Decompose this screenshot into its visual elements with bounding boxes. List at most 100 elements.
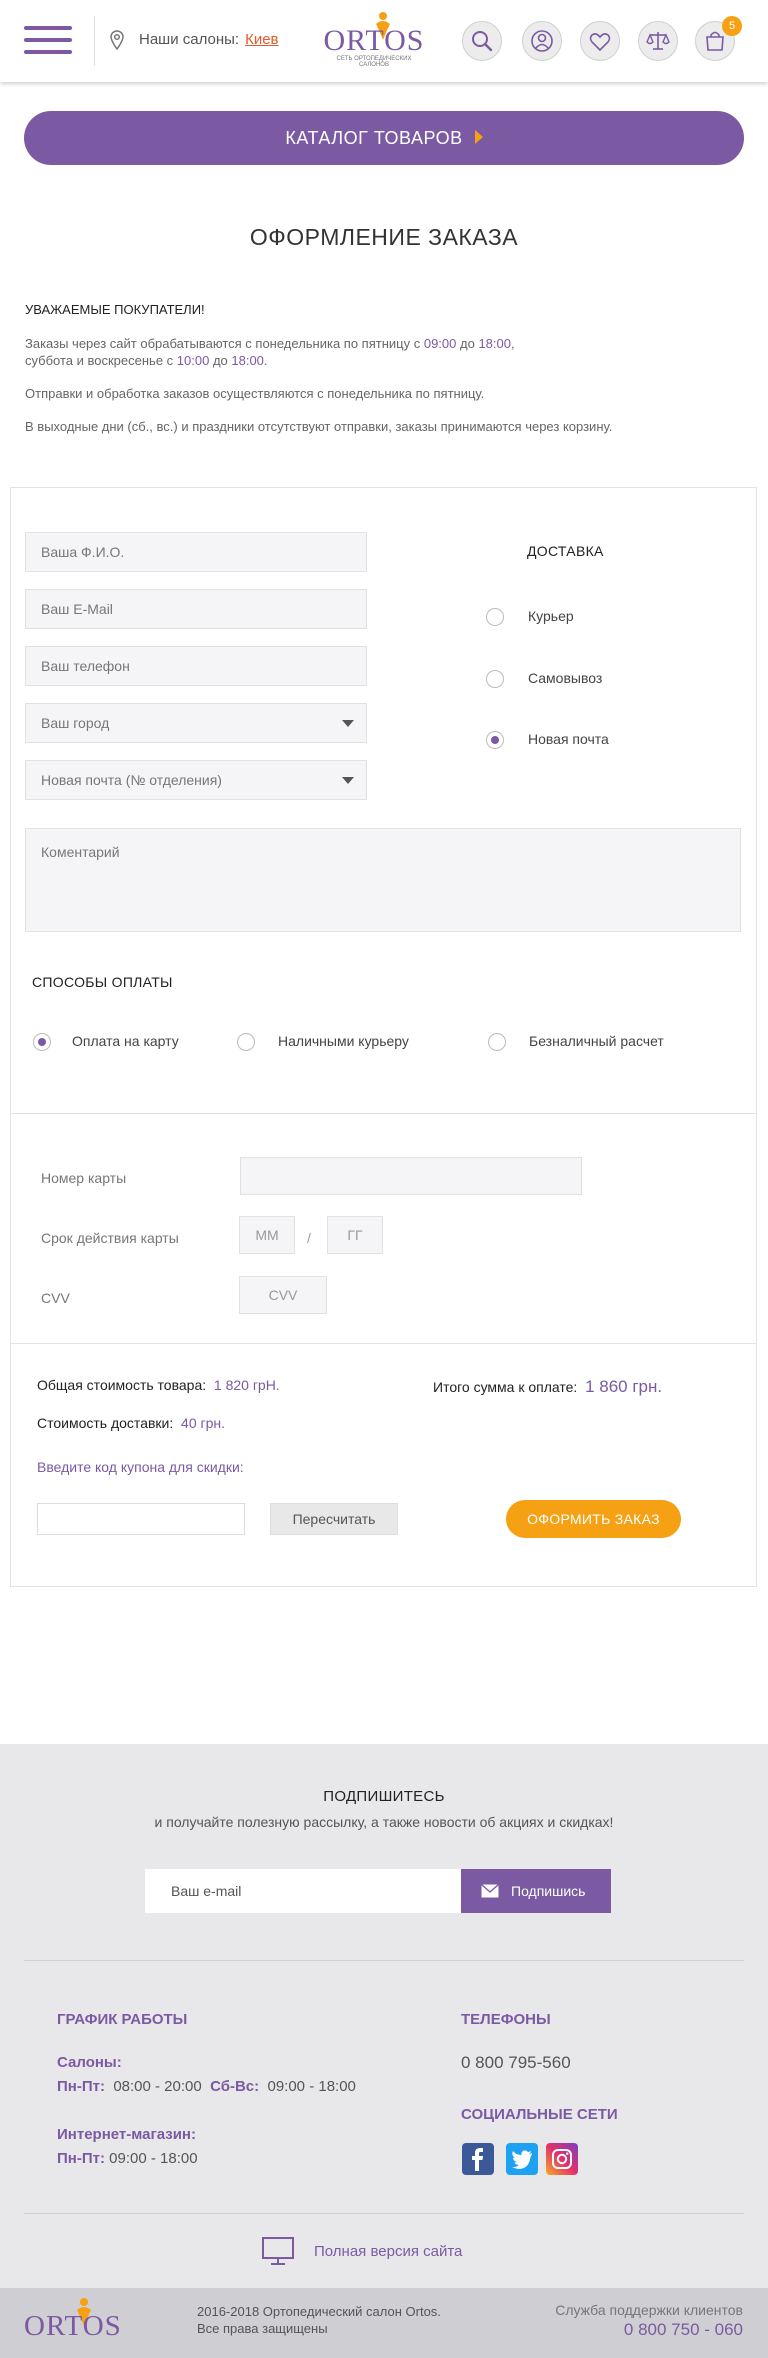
notice-hours: Заказы через сайт обрабатываются с понед… — [25, 335, 745, 369]
delivery-cost-value: 40 грн. — [181, 1415, 226, 1431]
ortos-logo[interactable]: ORTOS СЕТЬ ОРТОПЕДИЧЕСКИХ САЛОНОВ — [322, 10, 426, 68]
divider — [10, 1113, 757, 1114]
branch-select-value: Новая почта (№ отделения) — [41, 772, 222, 788]
city-select-value: Ваш город — [41, 715, 110, 731]
full-version-link[interactable]: Полная версия сайта — [314, 2243, 462, 2260]
card-expiry-label: Срок действия карты — [41, 1230, 179, 1246]
heart-icon — [589, 33, 611, 52]
phone-input[interactable]: Ваш телефон — [25, 646, 367, 686]
arrow-right-icon — [474, 130, 483, 145]
chevron-down-icon — [342, 777, 354, 784]
weekend-label: Сб-Вс: — [210, 2078, 260, 2095]
subscribe-text: и получайте полезную рассылку, а также н… — [154, 1814, 614, 1830]
payment-card-radio[interactable] — [33, 1033, 51, 1051]
page-title: ОФОРМЛЕНИЕ ЗАКАЗА — [249, 224, 519, 250]
chevron-down-icon — [342, 720, 354, 727]
support-label: Служба поддержки клиентов — [555, 2302, 743, 2318]
footer-divider — [24, 2213, 744, 2214]
notice-paragraph: В выходные дни (сб., вс.) и праздники от… — [25, 419, 613, 434]
account-button[interactable] — [522, 21, 562, 61]
compare-button[interactable] — [638, 21, 678, 61]
catalog-button-label: КАТАЛОГ ТОВАРОВ — [285, 128, 463, 148]
weekend-hours: 09:00 - 18:00 — [267, 2078, 356, 2095]
notice-text: до — [456, 336, 479, 351]
notice-time: 10:00 — [176, 353, 210, 368]
schedule-shop-label: Интернет-магазин: — [57, 2126, 196, 2143]
catalog-button[interactable]: КАТАЛОГ ТОВАРОВ — [24, 111, 744, 165]
place-order-button[interactable]: ОФОРМИТЬ ЗАКАЗ — [506, 1500, 681, 1538]
goods-total-value: 1 820 грН. — [213, 1377, 280, 1393]
footer-divider — [24, 1960, 744, 1961]
recalculate-button[interactable]: Пересчитать — [270, 1503, 398, 1535]
divider — [10, 1343, 757, 1344]
menu-icon[interactable] — [24, 26, 72, 54]
footer-logo[interactable]: ORTOS — [24, 2296, 124, 2346]
header-divider — [94, 16, 95, 66]
social-title: СОЦИАЛЬНЫЕ СЕТИ — [461, 2106, 618, 2123]
wishlist-button[interactable] — [580, 21, 620, 61]
notice-heading-text: УВАЖАЕМЫЕ ПОКУПАТЕЛИ! — [25, 302, 205, 317]
notice-time: 18:00 — [231, 353, 264, 368]
delivery-courier-label[interactable]: Курьер — [528, 608, 574, 624]
card-number-label: Номер карты — [41, 1170, 127, 1186]
subscribe-button[interactable]: Подпишись — [461, 1869, 611, 1913]
subscribe-title: ПОДПИШИТЕСЬ — [323, 1788, 445, 1805]
notice-text: , — [510, 336, 515, 351]
payment-transfer-label[interactable]: Безналичный расчет — [529, 1033, 664, 1049]
coupon-input[interactable] — [37, 1503, 245, 1535]
email-input[interactable]: Ваш E-Mail — [25, 589, 367, 629]
card-month-input[interactable]: ММ — [239, 1216, 295, 1254]
scales-icon — [646, 32, 670, 50]
facebook-icon[interactable] — [462, 2143, 494, 2175]
logo-text: ORTOS — [323, 24, 425, 57]
notice-heading: УВАЖАЕМЫЕ ПОКУПАТЕЛИ! — [25, 301, 745, 318]
notice-text: Заказы через сайт обрабатываются с понед… — [25, 336, 424, 351]
site-header: Наши салоны: Киев ORTOS СЕТЬ ОРТОПЕДИЧЕСК… — [0, 0, 768, 82]
delivery-courier-radio[interactable] — [486, 608, 504, 626]
delivery-novaposhta-label[interactable]: Новая почта — [528, 731, 609, 747]
twitter-icon[interactable] — [506, 2143, 538, 2175]
delivery-pickup-label[interactable]: Самовывоз — [528, 670, 602, 686]
payment-card-label[interactable]: Оплата на карту — [72, 1033, 179, 1049]
delivery-novaposhta-radio[interactable] — [486, 731, 504, 749]
cvv-label: CVV — [41, 1290, 70, 1306]
phones-title: ТЕЛЕФОНЫ — [461, 2011, 551, 2028]
shop-hours: 09:00 - 18:00 — [109, 2150, 198, 2167]
delivery-pickup-radio[interactable] — [486, 670, 504, 688]
comment-textarea[interactable]: Коментарий — [25, 828, 741, 932]
copyright-line: Все права защищены — [197, 2321, 328, 2336]
branch-select[interactable]: Новая почта (№ отделения) — [25, 760, 367, 800]
notice-time: 09:00 — [423, 336, 457, 351]
schedule-salons-hours: Пн-Пт: 08:00 - 20:00 Сб-Вс: 09:00 - 18:0… — [57, 2078, 356, 2095]
subscribe-email-input[interactable]: Ваш e-mail — [145, 1869, 461, 1913]
grand-total-label: Итого сумма к оплате: — [433, 1379, 578, 1395]
user-icon — [531, 30, 553, 52]
goods-total-label: Общая стоимость товара: — [37, 1377, 207, 1393]
notice-text: до — [209, 353, 232, 368]
name-input[interactable]: Ваша Ф.И.О. — [25, 532, 367, 572]
payment-transfer-radio[interactable] — [488, 1033, 506, 1051]
schedule-title: ГРАФИК РАБОТЫ — [57, 2011, 188, 2028]
city-link[interactable]: Киев — [245, 31, 278, 48]
payment-cash-radio[interactable] — [237, 1033, 255, 1051]
cart-count-badge: 5 — [722, 16, 742, 36]
instagram-icon[interactable] — [546, 2143, 578, 2175]
payment-cash-label[interactable]: Наличными курьеру — [278, 1033, 409, 1049]
weekdays-label: Пн-Пт: — [57, 2078, 105, 2095]
salons-selector: Наши салоны: Киев — [139, 31, 279, 48]
city-select[interactable]: Ваш город — [25, 703, 367, 743]
goods-total: Общая стоимость товара: 1 820 грН. — [37, 1377, 280, 1393]
payment-title: СПОСОБЫ ОПЛАТЫ — [32, 974, 173, 990]
location-pin-icon — [110, 30, 124, 50]
card-number-input[interactable] — [240, 1157, 582, 1195]
notice-text: . — [263, 353, 268, 368]
cvv-input[interactable]: CVV — [239, 1276, 327, 1314]
search-icon — [472, 31, 493, 52]
card-year-input[interactable]: ГГ — [327, 1216, 383, 1254]
support-block: Служба поддержки клиентов 0 800 750 - 06… — [555, 2302, 743, 2340]
search-button[interactable] — [462, 21, 502, 61]
support-phone[interactable]: 0 800 750 - 060 — [555, 2320, 743, 2340]
delivery-cost-label: Стоимость доставки: — [37, 1415, 174, 1431]
footer-phone[interactable]: 0 800 795-560 — [461, 2053, 571, 2073]
grand-total-value: 1 860 грн. — [585, 1377, 663, 1396]
